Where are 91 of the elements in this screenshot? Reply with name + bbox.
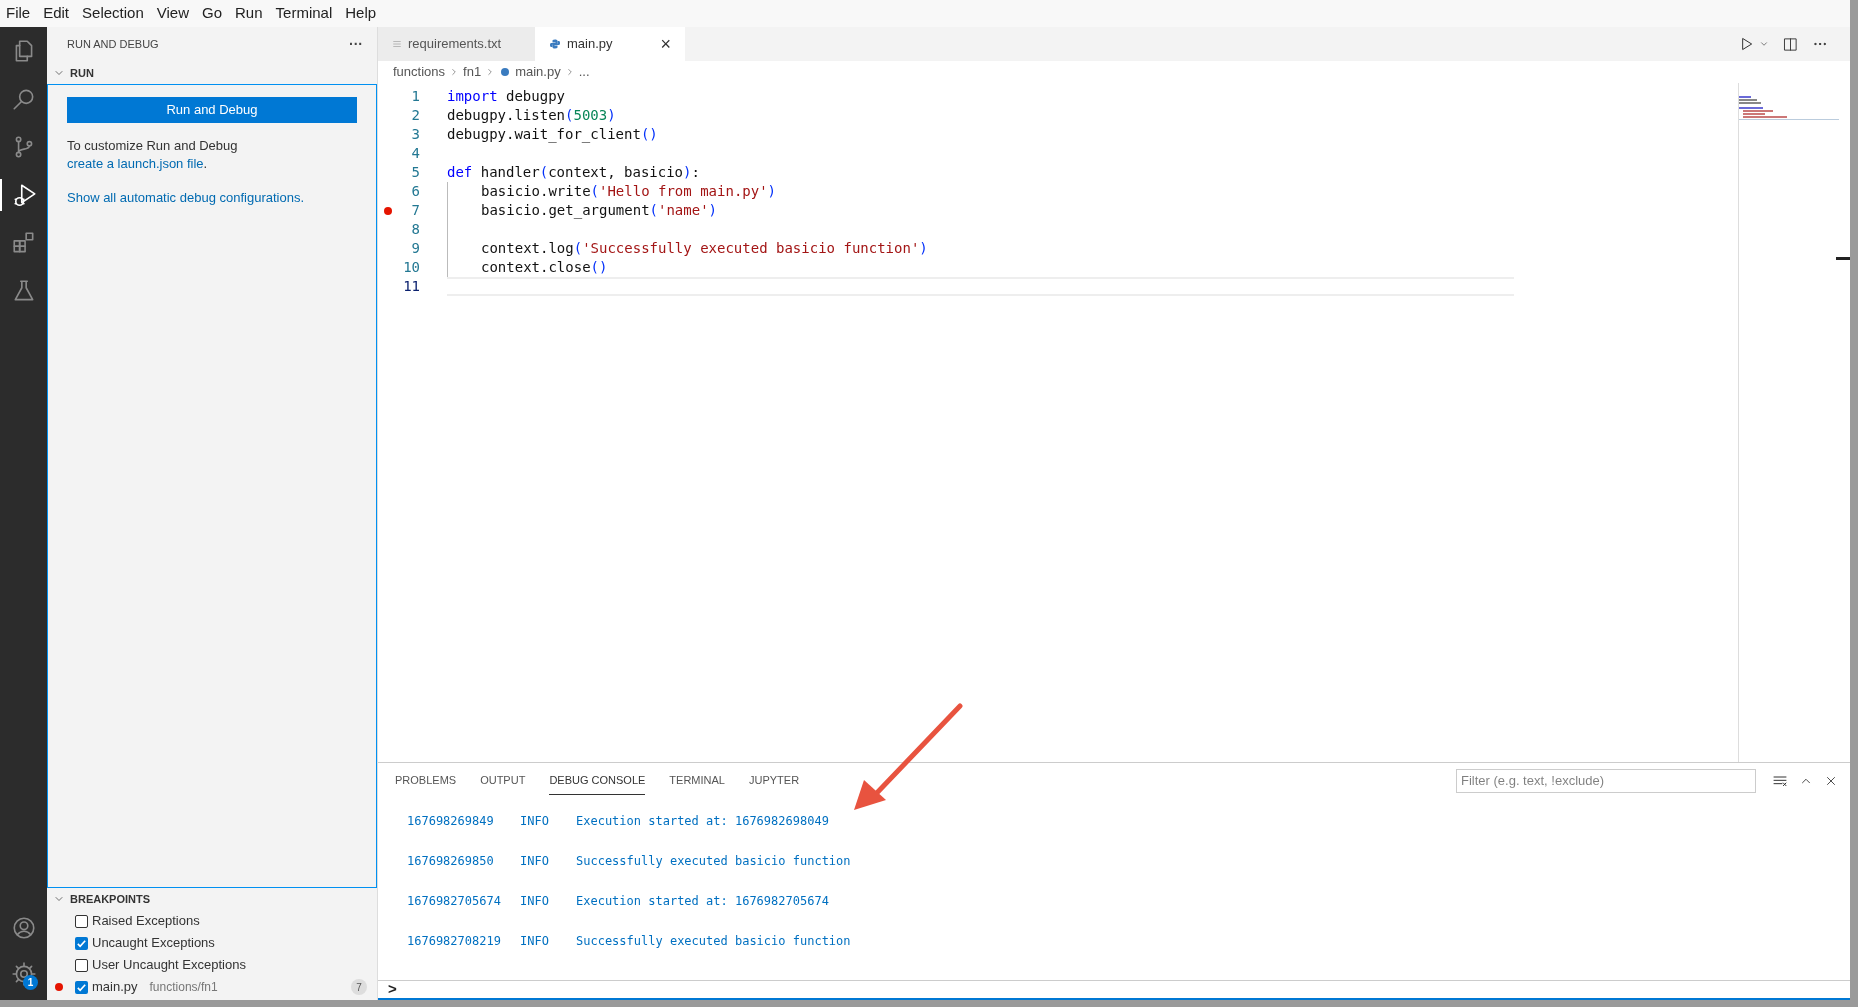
code-line: import debugpy (447, 87, 565, 106)
checkbox[interactable] (75, 958, 88, 972)
breadcrumb-item[interactable]: functions (393, 62, 446, 82)
checkbox[interactable] (75, 914, 88, 928)
breakpoint-icon (55, 983, 63, 991)
log-level: INFO (520, 853, 550, 870)
editor-tab[interactable]: requirements.txt (378, 27, 535, 61)
log-timestamp: 167698269849 (407, 813, 495, 830)
minimap-drawing[interactable] (1739, 96, 1839, 120)
line-number: 8 (410, 220, 420, 239)
breakpoint-item[interactable]: Uncaught Exceptions (47, 932, 377, 954)
breakpoint-icon[interactable] (384, 206, 392, 215)
launch-json-link[interactable]: create a launch.json file (67, 156, 204, 171)
checkbox[interactable] (75, 936, 88, 950)
line-number: 11 (402, 277, 420, 296)
log-timestamp: 1676982708219 (407, 933, 502, 950)
panel-tab[interactable]: PROBLEMS (395, 766, 457, 795)
breakpoint-item[interactable]: main.py functions/fn1 7 (47, 976, 377, 998)
log-message: Successfully executed basicio function (576, 933, 851, 950)
checkbox[interactable] (75, 980, 88, 994)
run-debug-icon (11, 182, 38, 208)
panel-tab[interactable]: JUPYTER (748, 766, 800, 795)
menu-item[interactable]: View (156, 2, 189, 25)
breakpoint-label: User Uncaught Exceptions (92, 956, 246, 975)
more-actions-button[interactable]: ··· (349, 34, 363, 55)
line-number: 1 (410, 87, 420, 106)
section-header[interactable]: RUN (47, 62, 377, 84)
breadcrumb-item[interactable]: ... (578, 62, 590, 82)
code-line: context.close() (481, 258, 608, 277)
breakpoint-label: main.py (92, 978, 138, 997)
menu-item[interactable]: Selection (82, 2, 144, 25)
notification-badge: 1 (23, 975, 38, 990)
run-and-debug-button[interactable]: Run and Debug (67, 97, 357, 123)
filter-field[interactable]: Filter (e.g. text, !exclude) (1456, 768, 1756, 793)
panel-tab[interactable]: DEBUG CONSOLE (549, 765, 646, 796)
split-icon (1783, 36, 1798, 52)
help-text: To customize Run and Debug create a launch.json file. (67, 137, 239, 173)
sidebar-title: RUN AND DEBUG (67, 37, 159, 53)
breakpoint-label: Uncaught Exceptions (92, 934, 215, 953)
console-prompt: > (388, 979, 397, 1000)
line-number: 4 (410, 144, 420, 163)
settings-button[interactable]: 1 (0, 958, 47, 990)
menu-item[interactable]: Run (235, 2, 263, 25)
line-number: 2 (410, 106, 420, 125)
text-file-icon (392, 39, 402, 49)
log-level: INFO (520, 933, 550, 950)
account-icon (10, 915, 37, 941)
line-number: 10 (402, 258, 420, 277)
line-number: 3 (410, 125, 420, 144)
editor-tab[interactable]: main.py × (535, 27, 685, 61)
log-timestamp: 167698269850 (407, 853, 495, 870)
code-line: debugpy.listen(5003) (447, 106, 616, 125)
section-header[interactable]: BREAKPOINTS (47, 888, 377, 910)
line-number: 7 (410, 201, 420, 220)
code-line: debugpy.wait_for_client() (447, 125, 658, 144)
split-editor-button[interactable] (1783, 36, 1798, 52)
code-line: def handler(context, basicio): (447, 163, 700, 182)
line-number: 5 (410, 163, 420, 182)
play-icon (1739, 36, 1755, 52)
log-timestamp: 1676982705674 (407, 893, 502, 910)
scrollbar-marker (1836, 257, 1850, 260)
code-line: basicio.write('Hello from main.py') (481, 182, 777, 201)
menu-item[interactable]: File (6, 2, 31, 25)
menu-item[interactable]: Go (202, 2, 222, 25)
log-message: Execution started at: 1676982698049 (576, 813, 829, 830)
line-number: 9 (410, 239, 420, 258)
breakpoint-item[interactable]: Raised Exceptions (47, 910, 377, 932)
code-line: basicio.get_argument('name') (481, 201, 718, 220)
menu-item[interactable]: Terminal (275, 2, 333, 25)
menu-item[interactable]: Edit (43, 2, 70, 25)
caret-icon (1759, 39, 1769, 49)
code-line: context.log('Successfully executed basicio function') (481, 239, 928, 258)
breadcrumb-item[interactable]: main.py (499, 62, 561, 82)
log-level: INFO (520, 893, 550, 910)
breadcrumb-item[interactable]: fn1 (463, 62, 482, 82)
log-level: INFO (520, 813, 550, 830)
close-tab-button[interactable]: × (660, 35, 671, 53)
python-icon (549, 38, 561, 50)
breakpoint-label: Raised Exceptions (92, 912, 200, 931)
breakpoint-item[interactable]: User Uncaught Exceptions (47, 954, 377, 976)
debug-configurations-link[interactable]: Show all automatic debug configurations. (67, 188, 305, 208)
breakpoint-path: functions/fn1 (149, 979, 218, 996)
log-message: Successfully executed basicio function (576, 853, 851, 870)
line-number: 6 (410, 182, 420, 201)
menu-item[interactable]: Help (345, 2, 377, 25)
python-icon (499, 66, 512, 78)
line-number-badge: 7 (351, 979, 367, 995)
panel-tab[interactable]: TERMINAL (669, 766, 725, 795)
run-button[interactable] (1739, 36, 1769, 52)
log-message: Execution started at: 1676982705674 (576, 893, 829, 910)
panel-tab[interactable]: OUTPUT (480, 766, 526, 795)
